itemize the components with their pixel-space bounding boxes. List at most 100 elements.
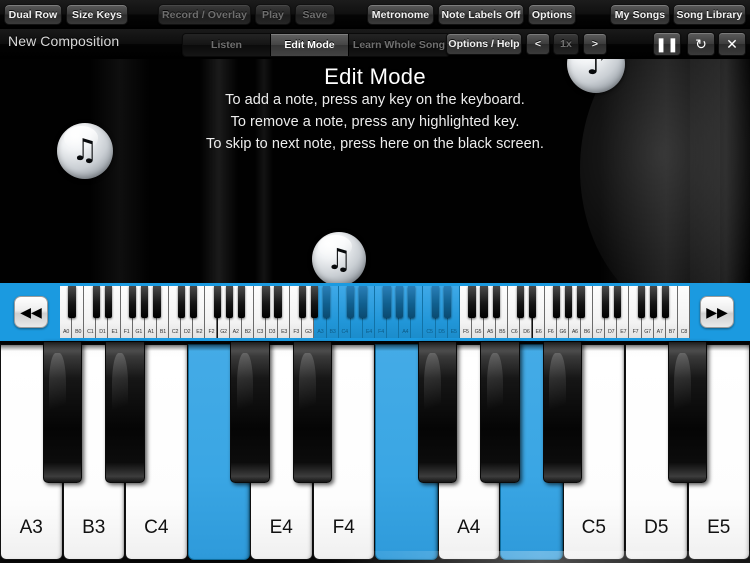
mini-black-key[interactable] (468, 286, 476, 318)
display-screen[interactable]: Edit Mode To add a note, press any key o… (0, 59, 750, 283)
mini-key-label: C8 (680, 329, 688, 335)
mini-key-label: G2 (220, 329, 227, 335)
mini-black-key[interactable] (213, 286, 222, 318)
mini-black-key[interactable] (383, 286, 391, 318)
mode-tab-edit-mode[interactable]: Edit Mode (271, 34, 349, 56)
piano-black-key[interactable] (292, 341, 333, 483)
scroll-right-icon[interactable]: ▶▶ (700, 296, 734, 328)
mini-black-key[interactable] (480, 286, 488, 318)
mini-black-key[interactable] (238, 286, 246, 318)
mini-key-label: A4 (402, 329, 409, 335)
mini-key-label: B0 (75, 329, 82, 335)
mini-black-key[interactable] (650, 286, 658, 318)
mini-black-key[interactable] (528, 286, 537, 318)
mini-key-label: C3 (256, 329, 264, 335)
mini-key-label: C2 (171, 329, 179, 335)
mini-key-label: E3 (281, 329, 288, 335)
main-keyboard[interactable]: A3 B3 C4 E4 F4 A4 C5 D5 E5 (0, 341, 750, 563)
mini-key-label: B3 (329, 329, 336, 335)
close-button[interactable]: ✕ (718, 32, 746, 56)
mini-black-key[interactable] (492, 286, 500, 318)
mini-black-key[interactable] (310, 286, 319, 318)
mini-black-key[interactable] (225, 286, 234, 318)
mini-key-label: G6 (559, 329, 567, 335)
mini-key-label: E7 (620, 329, 627, 335)
mini-black-key[interactable] (347, 286, 355, 318)
composition-title: New Composition (8, 33, 120, 49)
piano-black-key[interactable] (542, 341, 583, 483)
mini-black-key[interactable] (516, 286, 525, 318)
mini-black-key[interactable] (395, 286, 403, 318)
mini-black-key[interactable] (577, 286, 585, 318)
mini-key-label: C6 (511, 329, 518, 335)
piano-black-key[interactable] (105, 341, 145, 483)
toolbar-button-save[interactable]: Save (295, 4, 335, 25)
mini-black-key[interactable] (553, 286, 561, 318)
mini-black-key[interactable] (104, 286, 113, 318)
mini-black-key[interactable] (444, 286, 452, 318)
toolbar-button-options[interactable]: Options (528, 4, 576, 25)
mini-black-key[interactable] (68, 286, 76, 318)
piano-black-key[interactable] (667, 341, 708, 483)
scroll-left-icon[interactable]: ◀◀ (14, 296, 48, 328)
toolbar-button-song-library[interactable]: Song Library (673, 4, 746, 25)
toolbar-button-play[interactable]: Play (255, 4, 291, 25)
mini-black-key[interactable] (322, 286, 331, 318)
speed-button[interactable]: 1x (553, 33, 579, 55)
mini-black-key[interactable] (141, 286, 149, 318)
piano-black-key[interactable] (230, 341, 270, 483)
toolbar-button-my-songs[interactable]: My Songs (610, 4, 670, 25)
mini-key-label: F7 (632, 329, 639, 335)
next-note-button[interactable]: > (583, 33, 607, 55)
piano-black-key[interactable] (480, 341, 520, 483)
mini-black-key[interactable] (565, 286, 573, 318)
mini-key-label: A2 (232, 329, 239, 335)
mini-key-label: C5 (426, 329, 433, 335)
toolbar-button-metronome[interactable]: Metronome (367, 4, 434, 25)
mode-tab-learn-whole-song[interactable]: Learn Whole Song (349, 34, 449, 56)
mini-black-key[interactable] (637, 286, 646, 318)
mini-black-key[interactable] (601, 286, 609, 318)
mini-key-label: G5 (474, 329, 482, 335)
mini-black-key[interactable] (92, 286, 100, 318)
mini-black-key[interactable] (129, 286, 137, 318)
note-glyph: ♫ (326, 241, 352, 276)
toolbar-button-dual-row[interactable]: Dual Row (4, 4, 62, 25)
mini-key-label: E5 (450, 329, 457, 335)
mini-key-label: B1 (159, 329, 167, 335)
mini-key-label: E1 (111, 329, 118, 335)
mini-key-label: B2 (244, 329, 251, 335)
piano-black-key[interactable] (42, 341, 83, 483)
piano-key-label: A3 (19, 517, 43, 538)
mini-black-key[interactable] (298, 286, 306, 318)
mini-black-key[interactable] (274, 286, 282, 318)
options-help-button[interactable]: Options / Help (446, 33, 522, 55)
mode-tab-listen[interactable]: Listen (183, 34, 271, 56)
mini-key-label: A0 (63, 329, 70, 335)
mini-black-key[interactable] (262, 286, 270, 318)
mini-keyboard[interactable]: A0 B0 C1 D1 E1 F1 G1 A1 B1 C2 D2 E2 F2 G2 A2 B2 C3 D3 E3 F3… (60, 286, 690, 338)
pause-button[interactable]: ❚❚ (653, 32, 681, 56)
mini-black-key[interactable] (613, 286, 621, 318)
prev-note-button[interactable]: < (526, 33, 550, 55)
mini-black-key[interactable] (153, 286, 161, 318)
mini-key-label: A3 (317, 329, 324, 335)
toolbar-button-note-labels-off[interactable]: Note Labels Off (438, 4, 524, 25)
mini-black-key[interactable] (177, 286, 185, 318)
mini-black-key[interactable] (431, 286, 440, 318)
mini-key-label: E4 (365, 329, 372, 335)
screen-title: Edit Mode (324, 64, 426, 89)
piano-black-key[interactable] (417, 341, 458, 483)
mini-black-key[interactable] (407, 286, 415, 318)
mini-black-key[interactable] (189, 286, 197, 318)
mini-black-key[interactable] (662, 286, 670, 318)
loop-button[interactable]: ↻ (687, 32, 715, 56)
mini-black-key[interactable] (359, 286, 367, 318)
mini-key-label: D2 (184, 329, 191, 335)
piano-key-label: E5 (707, 517, 731, 538)
mini-key-label: E2 (196, 329, 203, 335)
toolbar-button-record-overlay[interactable]: Record / Overlay (158, 4, 251, 25)
mode-segmented-control[interactable]: Listen Edit Mode Learn Whole Song (182, 33, 450, 57)
toolbar-button-size-keys[interactable]: Size Keys (66, 4, 128, 25)
mini-key-label: F3 (293, 329, 300, 335)
